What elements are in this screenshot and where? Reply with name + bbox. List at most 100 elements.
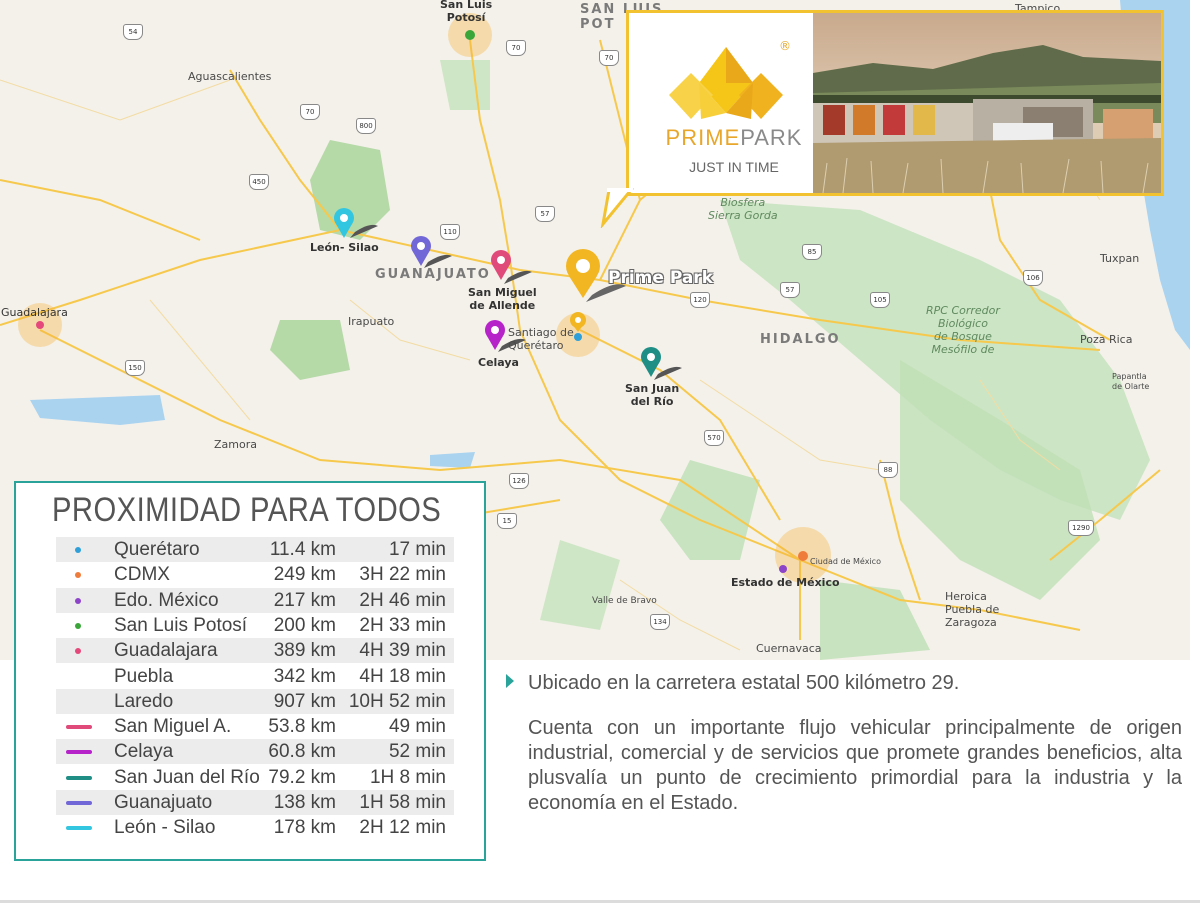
- highway-shield: 70: [300, 104, 320, 120]
- route-line-icon: [66, 790, 92, 815]
- row-name: Guanajuato: [114, 792, 213, 813]
- highway-shield: 110: [440, 224, 460, 240]
- label-san-luis-potosi: San Luis Potosí: [440, 0, 493, 24]
- location-line: Ubicado en la carretera estatal 500 kiló…: [528, 672, 960, 694]
- highway-shield: 70: [599, 50, 619, 66]
- highway-shield: 450: [249, 174, 269, 190]
- row-distance: 138 km: [273, 792, 336, 813]
- proximity-row: San Luis Potosí 200 km 2H 33 min: [56, 613, 454, 638]
- label-tuxpan: Tuxpan: [1100, 252, 1140, 265]
- logo-text-park: PARK: [740, 125, 803, 150]
- marker-label-leon-silao: León- Silao: [310, 241, 379, 254]
- marker-placeholder: [66, 689, 92, 714]
- row-name: Laredo: [114, 690, 174, 712]
- label-ciudad-mexico: Ciudad de México: [810, 557, 881, 566]
- row-distance: 79.2 km: [268, 766, 336, 788]
- row-distance: 53.8 km: [268, 716, 336, 738]
- highway-shield: 134: [650, 614, 670, 630]
- row-time: 1H 58 min: [359, 792, 446, 813]
- row-distance: 11.4 km: [269, 539, 336, 560]
- row-name: Edo. México: [114, 589, 219, 611]
- marker-label-estado-mexico: Estado de México: [731, 576, 840, 589]
- marker-prime-park: [566, 249, 626, 332]
- row-name: CDMX: [114, 564, 170, 586]
- marker-label-san-miguel: San Miguel de Allende: [468, 286, 537, 312]
- row-distance: 342 km: [273, 665, 336, 687]
- label-cuernavaca: Cuernavaca: [756, 642, 822, 655]
- label-valle-bravo: Valle de Bravo: [592, 596, 657, 606]
- registered-mark: ®: [779, 39, 791, 53]
- highway-shield: 120: [690, 292, 710, 308]
- proximity-row: Laredo 907 km 10H 52 min: [56, 688, 454, 714]
- location-dot-icon: [66, 613, 92, 638]
- prime-park-logo-text: PRIMEPARK: [659, 125, 809, 151]
- highway-shield: 88: [878, 462, 898, 478]
- route-line-icon: [66, 765, 92, 790]
- row-name: San Juan del Río: [114, 766, 260, 788]
- proximity-row: San Juan del Río 79.2 km 1H 8 min: [56, 765, 454, 790]
- marker-label-san-juan: San Juan del Río: [625, 382, 680, 408]
- label-rpc-corredor: RPC Corredor Biológico de Bosque Mesófil…: [926, 304, 1000, 356]
- row-distance: 249 km: [273, 564, 336, 586]
- row-time: 2H 12 min: [359, 817, 446, 839]
- location-dot-icon: [66, 537, 92, 562]
- row-distance: 389 km: [273, 640, 336, 662]
- row-time: 49 min: [388, 716, 446, 738]
- prime-park-logo-icon: [669, 47, 783, 119]
- highway-shield: 126: [509, 473, 529, 489]
- callout-tail: [600, 188, 635, 228]
- route-line-icon: [66, 714, 92, 739]
- row-name: San Miguel A.: [114, 716, 232, 738]
- location-dot-icon: [66, 638, 92, 663]
- row-time: 4H 18 min: [359, 665, 446, 687]
- proximity-row: San Miguel A. 53.8 km 49 min: [56, 714, 454, 739]
- row-time: 10H 52 min: [348, 690, 446, 712]
- row-distance: 217 km: [273, 589, 336, 611]
- row-name: Guadalajara: [114, 640, 218, 662]
- proximity-row: Querétaro 11.4 km 17 min: [56, 537, 454, 562]
- label-biosfera: Biosfera Sierra Gorda: [708, 196, 778, 222]
- proximity-row: Puebla 342 km 4H 18 min: [56, 664, 454, 689]
- row-time: 2H 46 min: [359, 589, 446, 611]
- row-time: 4H 39 min: [359, 640, 446, 662]
- highway-shield: 570: [704, 430, 724, 446]
- row-time: 52 min: [388, 741, 446, 763]
- row-time: 1H 8 min: [369, 766, 446, 788]
- row-time: 2H 33 min: [359, 614, 446, 636]
- highway-shield: 800: [356, 118, 376, 134]
- proximity-title: PROXIMIDAD PARA TODOS: [52, 491, 442, 529]
- marker-label-prime-park: Prime Park: [608, 268, 713, 288]
- label-guadalajara: Guadalajara: [1, 306, 68, 319]
- highway-shield: 57: [780, 282, 800, 298]
- logo-text-prime: PRIME: [665, 125, 741, 150]
- row-time: 17 min: [388, 539, 446, 560]
- proximity-row: Guadalajara 389 km 4H 39 min: [56, 638, 454, 664]
- prime-park-callout: ® PRIMEPARK JUST IN TIME: [600, 10, 1164, 228]
- highway-shield: 150: [125, 360, 145, 376]
- row-name: San Luis Potosí: [114, 614, 248, 636]
- bottom-divider: [0, 900, 1200, 903]
- prime-park-rendering-photo: [813, 13, 1161, 193]
- highway-shield: 85: [802, 244, 822, 260]
- highway-shield: 105: [870, 292, 890, 308]
- row-name: León - Silao: [114, 817, 216, 839]
- label-hidalgo-state: HIDALGO: [760, 332, 841, 347]
- label-poza-rica: Poza Rica: [1080, 333, 1133, 346]
- marker-placeholder: [66, 664, 92, 689]
- label-queretaro: Santiago de Querétaro: [508, 326, 574, 352]
- bullet-arrow-icon: [506, 674, 514, 688]
- proximity-row: CDMX 249 km 3H 22 min: [56, 562, 454, 587]
- label-heroica-puebla: Heroica Puebla de Zaragoza: [945, 590, 1000, 629]
- highway-shield: 1290: [1068, 520, 1094, 536]
- row-distance: 60.8 km: [268, 741, 336, 763]
- marker-label-celaya: Celaya: [478, 356, 519, 369]
- label-zamora: Zamora: [214, 438, 257, 451]
- label-aguascalientes: Aguascalientes: [188, 70, 272, 83]
- logo-tagline: JUST IN TIME: [689, 159, 779, 175]
- highway-shield: 106: [1023, 270, 1043, 286]
- location-dot-icon: [66, 588, 92, 613]
- row-distance: 178 km: [273, 817, 336, 839]
- proximity-row: León - Silao 178 km 2H 12 min: [56, 815, 454, 840]
- highway-shield: 54: [123, 24, 143, 40]
- location-dot-icon: [66, 562, 92, 587]
